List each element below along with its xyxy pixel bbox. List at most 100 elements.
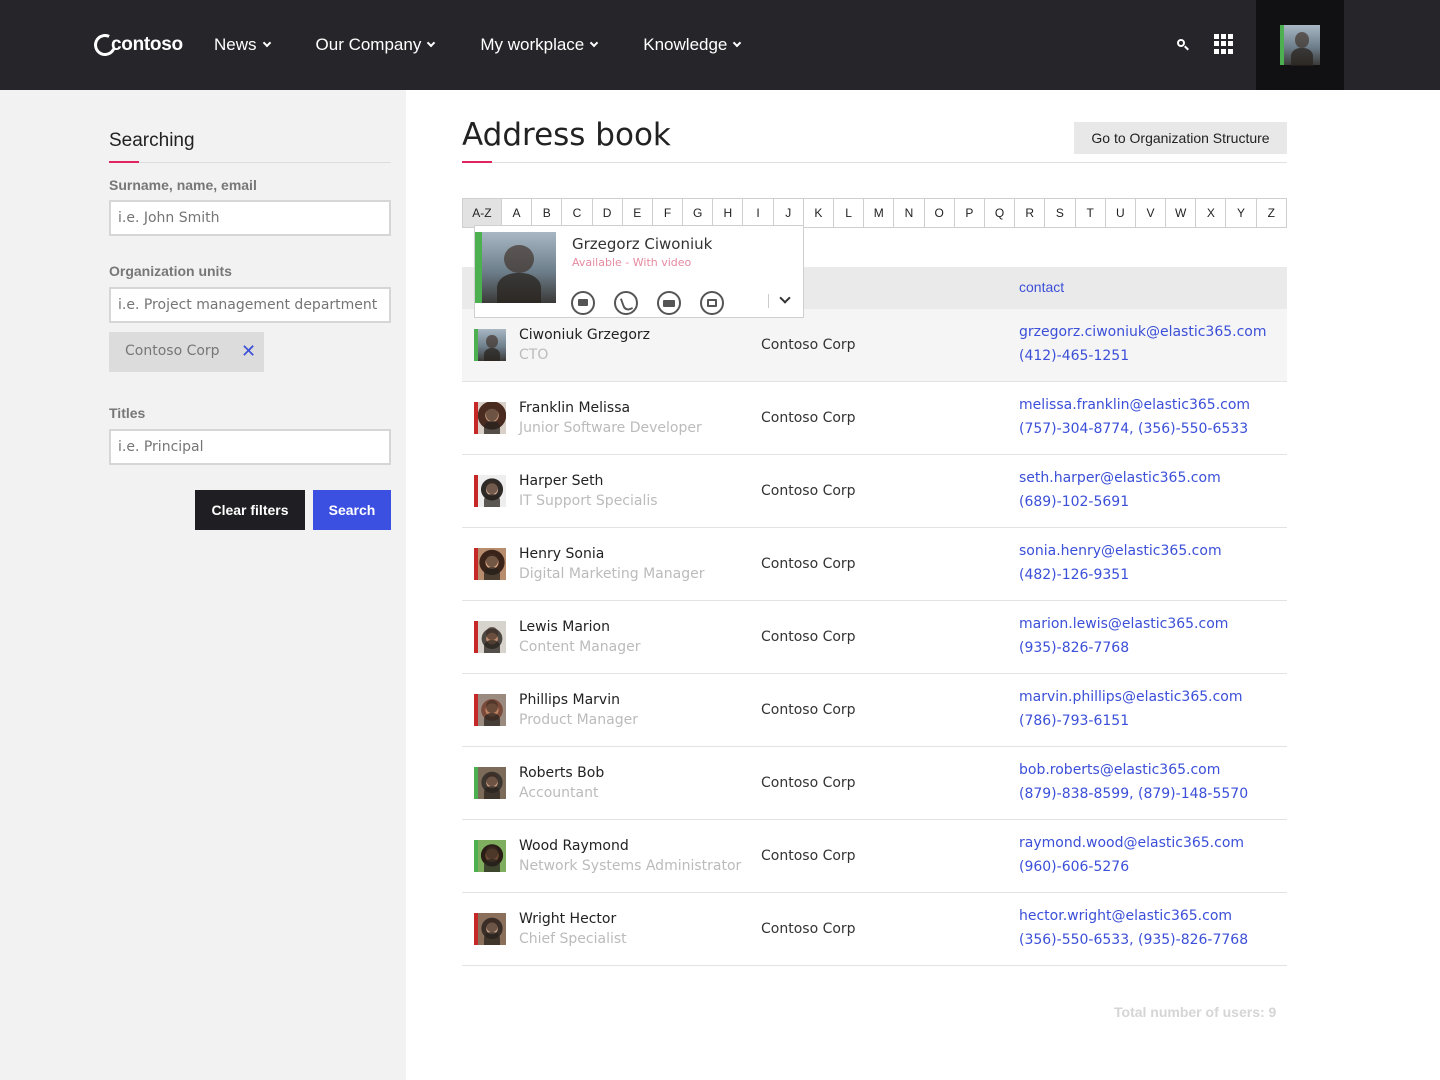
table-row[interactable]: Ciwoniuk Grzegorz CTO Contoso Corp grzegorz… [462,309,1287,382]
email-link[interactable]: seth.harper@elastic365.com [1019,470,1221,486]
phone-numbers[interactable]: (757)-304-8774, (356)-550-6533 [1019,421,1248,437]
nav-item-knowledge[interactable]: Knowledge [643,35,742,55]
search-icon[interactable] [1174,36,1192,54]
person-name[interactable]: Henry Sonia [519,546,604,562]
alpha-filter-d[interactable]: D [592,199,623,227]
table-row[interactable]: Harper Seth IT Support Specialis Contoso C… [462,455,1287,528]
nav-item-news[interactable]: News [214,35,271,55]
email-link[interactable]: hector.wright@elastic365.com [1019,908,1232,924]
app-launcher-icon[interactable] [1214,34,1234,54]
email-link[interactable]: grzegorz.ciwoniuk@elastic365.com [1019,324,1266,340]
email-link[interactable]: sonia.henry@elastic365.com [1019,543,1222,559]
avatar[interactable] [474,402,506,434]
alpha-filter-g[interactable]: G [683,199,714,227]
avatar[interactable] [474,548,506,580]
table-row[interactable]: Lewis Marion Content Manager Contoso Corp m… [462,601,1287,674]
phone-numbers[interactable]: (356)-550-6533, (935)-826-7768 [1019,932,1248,948]
contact-column-header[interactable]: contact [1019,279,1064,295]
email-link[interactable]: raymond.wood@elastic365.com [1019,835,1244,851]
alpha-filter-n[interactable]: N [894,199,925,227]
alpha-filter-k[interactable]: K [803,199,835,227]
alpha-filter-all[interactable]: A-Z [463,199,502,227]
alpha-filter-y[interactable]: Y [1226,199,1257,227]
org-structure-button[interactable]: Go to Organization Structure [1074,122,1287,154]
person-name[interactable]: Harper Seth [519,473,603,489]
alpha-filter-f[interactable]: F [652,199,684,227]
alpha-filter-i[interactable]: I [743,199,774,227]
avatar[interactable] [474,913,506,945]
alpha-filter-v[interactable]: V [1135,199,1167,227]
alpha-filter-r[interactable]: R [1015,199,1046,227]
person-title: CTO [519,347,549,363]
top-navigation-bar: contoso News Our Company My workplace Kn… [0,0,1440,90]
person-name[interactable]: Lewis Marion [519,619,610,635]
email-link[interactable]: bob.roberts@elastic365.com [1019,762,1220,778]
table-row[interactable]: Franklin Melissa Junior Software Develope… [462,382,1287,455]
chevron-down-icon[interactable] [779,292,791,304]
phone-icon[interactable] [614,291,638,315]
avatar[interactable] [474,621,506,653]
alpha-filter-e[interactable]: E [622,199,653,227]
table-row[interactable]: Phillips Marvin Product Manager Contoso Co… [462,674,1287,747]
alpha-filter-a[interactable]: A [501,199,533,227]
alpha-filter-p[interactable]: P [954,199,985,227]
org-field-label: Organization units [109,263,232,279]
name-search-input[interactable] [109,200,391,236]
titles-input[interactable] [109,429,391,465]
alpha-filter-h[interactable]: H [713,199,744,227]
table-row[interactable]: Wood Raymond Network Systems Administrato… [462,820,1287,893]
phone-numbers[interactable]: (879)-838-8599, (879)-148-5570 [1019,786,1248,802]
alpha-filter-u[interactable]: U [1105,199,1136,227]
clear-filters-button[interactable]: Clear filters [195,490,305,530]
alpha-filter-c[interactable]: C [562,199,593,227]
person-company: Contoso Corp [761,337,856,353]
alpha-filter-m[interactable]: M [864,199,895,227]
alpha-filter-s[interactable]: S [1045,199,1076,227]
phone-numbers[interactable]: (960)-606-5276 [1019,859,1129,875]
person-name[interactable]: Phillips Marvin [519,692,620,708]
email-link[interactable]: marvin.phillips@elastic365.com [1019,689,1243,705]
person-name[interactable]: Roberts Bob [519,765,604,781]
nav-item-my-workplace[interactable]: My workplace [480,35,599,55]
alpha-filter-j[interactable]: J [773,199,804,227]
person-name[interactable]: Ciwoniuk Grzegorz [519,327,650,343]
user-menu[interactable] [1256,0,1344,90]
alpha-filter-w[interactable]: W [1166,199,1197,227]
person-company: Contoso Corp [761,775,856,791]
mail-icon[interactable] [700,291,724,315]
alpha-filter-t[interactable]: T [1075,199,1106,227]
alpha-filter-x[interactable]: X [1196,199,1227,227]
org-units-input[interactable] [109,287,391,323]
contoso-logo[interactable]: contoso [90,30,183,60]
person-name[interactable]: Wright Hector [519,911,616,927]
avatar[interactable] [474,694,506,726]
nav-item-our-company[interactable]: Our Company [316,35,436,55]
person-company: Contoso Corp [761,410,856,426]
table-row[interactable]: Wright Hector Chief Specialist Contoso Cor… [462,893,1287,966]
video-icon[interactable] [657,291,681,315]
search-button[interactable]: Search [313,490,391,530]
avatar[interactable] [474,329,506,361]
table-row[interactable]: Roberts Bob Accountant Contoso Corp bob.rob… [462,747,1287,820]
person-name[interactable]: Wood Raymond [519,838,629,854]
titles-field-label: Titles [109,405,146,421]
alpha-filter-o[interactable]: O [924,199,955,227]
phone-numbers[interactable]: (935)-826-7768 [1019,640,1129,656]
alpha-filter-l[interactable]: L [834,199,865,227]
alpha-filter-z[interactable]: Z [1256,199,1286,227]
phone-numbers[interactable]: (482)-126-9351 [1019,567,1129,583]
email-link[interactable]: marion.lewis@elastic365.com [1019,616,1228,632]
chat-icon[interactable] [571,291,595,315]
close-icon[interactable]: ✕ [241,341,256,361]
avatar[interactable] [474,767,506,799]
avatar[interactable] [474,475,506,507]
email-link[interactable]: melissa.franklin@elastic365.com [1019,397,1250,413]
alpha-filter-q[interactable]: Q [984,199,1016,227]
alpha-filter-b[interactable]: B [532,199,563,227]
phone-numbers[interactable]: (786)-793-6151 [1019,713,1129,729]
phone-numbers[interactable]: (412)-465-1251 [1019,348,1129,364]
avatar[interactable] [474,840,506,872]
person-name[interactable]: Franklin Melissa [519,400,630,416]
phone-numbers[interactable]: (689)-102-5691 [1019,494,1129,510]
table-row[interactable]: Henry Sonia Digital Marketing Manager Cont… [462,528,1287,601]
